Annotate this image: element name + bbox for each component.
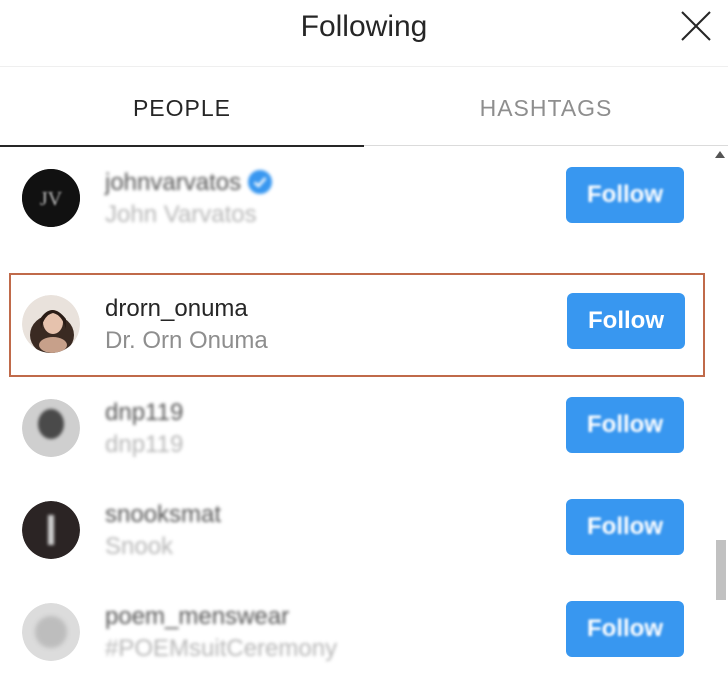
follow-button-label: Follow (587, 513, 663, 540)
follow-button[interactable]: Follow (566, 397, 684, 453)
follow-button[interactable]: Follow (566, 167, 684, 223)
avatar[interactable] (22, 603, 80, 661)
close-icon (681, 11, 711, 41)
tab-people[interactable]: PEOPLE (0, 67, 364, 147)
account-names: poem_menswear #POEMsuitCeremony (105, 601, 337, 665)
follow-button[interactable]: Follow (567, 293, 685, 349)
follow-button[interactable]: Follow (566, 601, 684, 657)
account-names: drorn_onuma Dr. Orn Onuma (105, 293, 268, 357)
avatar-image: JV (22, 169, 80, 227)
follow-button-label: Follow (587, 181, 663, 208)
follow-button-label: Follow (587, 411, 663, 438)
list-item-selected[interactable]: drorn_onuma Dr. Orn Onuma Follow (9, 273, 705, 377)
list-item[interactable]: poem_menswear #POEMsuitCeremony Follow (0, 581, 712, 675)
full-name: dnp119 (105, 431, 184, 458)
svg-text:JV: JV (40, 188, 63, 210)
account-names: dnp119 dnp119 (105, 397, 183, 461)
avatar-image (22, 295, 80, 353)
full-name: John Varvatos (105, 201, 257, 228)
scrollbar-thumb[interactable] (716, 540, 726, 600)
follow-button[interactable]: Follow (566, 499, 684, 555)
username[interactable]: johnvarvatos (105, 169, 241, 196)
follow-button-label: Follow (587, 615, 663, 642)
dialog-header: Following (0, 0, 728, 67)
scrollbar[interactable] (712, 147, 728, 675)
avatar-image (22, 501, 80, 559)
account-names: snooksmat Snook (105, 499, 221, 563)
username[interactable]: poem_menswear (105, 601, 337, 633)
account-names: johnvarvatos John Varvatos (105, 167, 273, 231)
following-dialog: Following PEOPLE HASHTAGS JV johnvarvato… (0, 0, 728, 675)
avatar[interactable]: JV (22, 169, 80, 227)
avatar-image (22, 399, 80, 457)
username-line[interactable]: johnvarvatos (105, 167, 273, 199)
username[interactable]: drorn_onuma (105, 293, 268, 325)
list-item[interactable]: snooksmat Snook Follow (0, 479, 712, 583)
username[interactable]: dnp119 (105, 397, 183, 429)
avatar-image (22, 603, 80, 661)
tab-bar: PEOPLE HASHTAGS (0, 67, 728, 147)
username[interactable]: snooksmat (105, 499, 221, 531)
tab-hashtags[interactable]: HASHTAGS (364, 67, 728, 145)
list-item[interactable]: dnp119 dnp119 Follow (0, 377, 712, 481)
following-list[interactable]: JV johnvarvatos John Varvatos Follow dro… (0, 147, 712, 675)
follow-button-label: Follow (588, 307, 664, 334)
dialog-title: Following (300, 10, 428, 43)
full-name: Snook (105, 533, 174, 560)
scroll-up-arrow-icon[interactable] (715, 151, 725, 158)
verified-badge-icon (248, 170, 273, 194)
avatar[interactable] (22, 295, 80, 353)
close-button[interactable] (676, 6, 716, 46)
full-name: Dr. Orn Onuma (105, 327, 268, 354)
list-item[interactable]: JV johnvarvatos John Varvatos Follow (0, 147, 712, 251)
full-name: #POEMsuitCeremony (105, 635, 338, 662)
avatar[interactable] (22, 399, 80, 457)
avatar[interactable] (22, 501, 80, 559)
